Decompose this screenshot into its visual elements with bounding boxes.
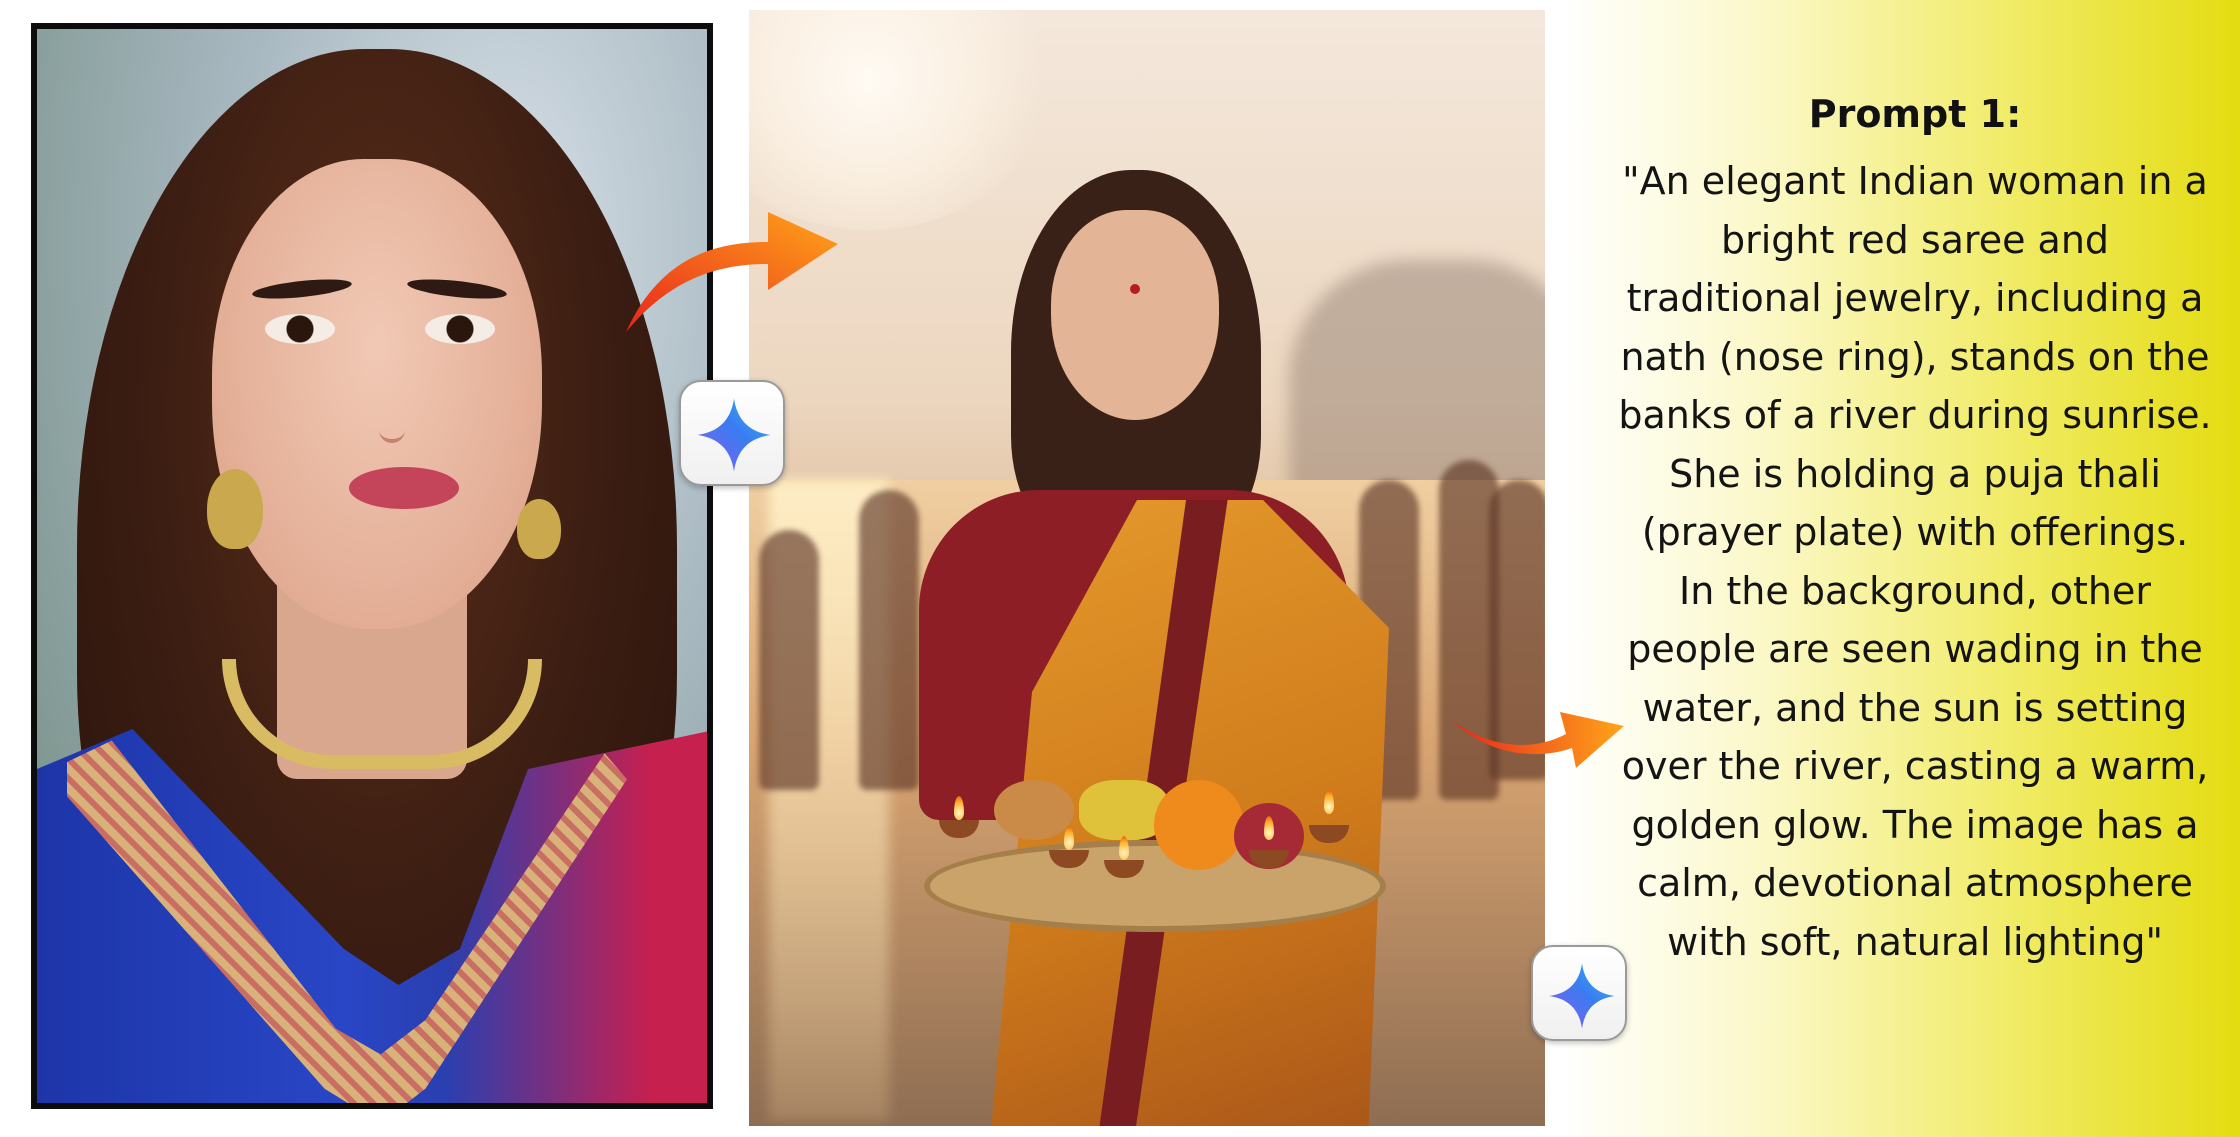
- portrait-right-eye: [425, 314, 495, 344]
- portrait-face: [212, 159, 542, 629]
- woman-face: [1051, 210, 1219, 420]
- generated-image: [749, 10, 1545, 1126]
- background-person: [759, 530, 819, 790]
- original-portrait-photo: [31, 23, 713, 1109]
- portrait-right-earring: [517, 499, 561, 559]
- portrait-left-eye: [265, 314, 335, 344]
- offering-orange: [1154, 780, 1244, 870]
- curved-arrow-icon: [626, 212, 838, 332]
- offering-sweet: [994, 780, 1074, 840]
- prompt-text: "An elegant Indian woman in a bright red…: [1618, 159, 2212, 964]
- puja-thali: [924, 840, 1386, 932]
- portrait-lips: [349, 467, 459, 509]
- gemini-sparkle-icon: [697, 398, 771, 472]
- woman-bindi: [1130, 284, 1140, 294]
- portrait-left-earring: [207, 469, 263, 549]
- background-person: [859, 490, 919, 790]
- portrait-nose: [379, 359, 405, 443]
- gemini-sparkle-icon: [1549, 963, 1615, 1029]
- gemini-sparkle-badge: [679, 380, 785, 486]
- prompt-title: Prompt 1:: [1808, 92, 2022, 136]
